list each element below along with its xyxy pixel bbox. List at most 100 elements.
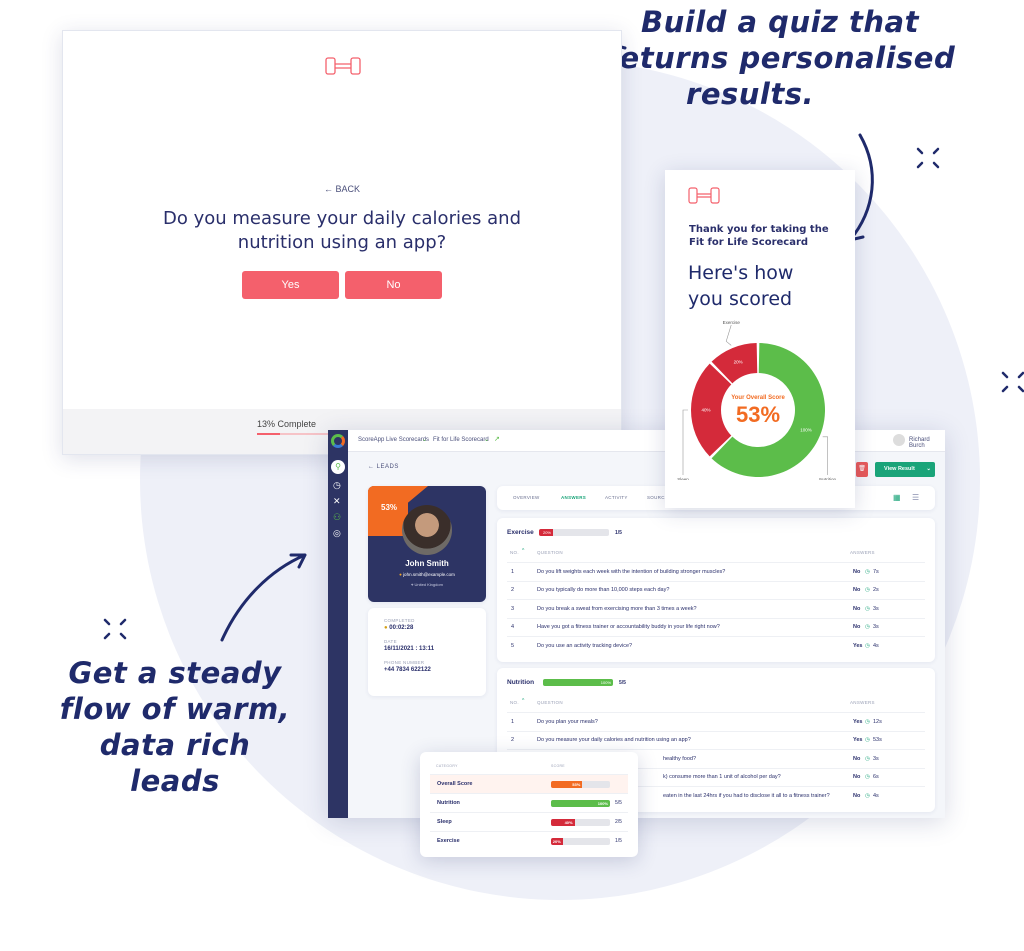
donut-center-label: Your Overall Score [731, 395, 785, 401]
row-question: Have you got a fitness trainer or accoun… [537, 624, 720, 630]
timer-icon: ◷ [865, 642, 870, 649]
sidebar-users-icon[interactable]: ⚇ [333, 512, 341, 523]
row-answer: No [853, 605, 861, 612]
row-answer: No [853, 587, 861, 593]
top-bar: ScoreApp Live Scorecards ⌄ Fit for Life … [348, 430, 945, 452]
category-label: Exercise [437, 838, 460, 844]
row-answer: Yes [853, 718, 863, 725]
thanks-line: Fit for Life Scorecard [689, 237, 809, 248]
col-no: NO. [510, 550, 519, 555]
row-number: 1 [511, 568, 515, 575]
row-time: 12s [873, 718, 882, 725]
grid-view-icon[interactable]: ▦ [893, 493, 901, 502]
category-score-bar: 40% [551, 819, 610, 826]
progress-fill [257, 433, 281, 435]
back-link[interactable]: ← BACK [63, 184, 621, 194]
breadcrumb-scorecards[interactable]: ScoreApp Live Scorecards [358, 437, 429, 443]
row-time: 3s [873, 605, 879, 612]
donut-leader-line [725, 324, 732, 346]
category-score-bar: 100% [551, 800, 610, 807]
table-row: 2 Do you measure your daily calories and … [507, 730, 925, 749]
row-time: 4s [873, 792, 879, 799]
row-question: Do you typically do more than 10,000 ste… [537, 587, 670, 593]
row-number: 2 [511, 737, 515, 743]
category-score-fill: 100% [551, 800, 610, 807]
breadcrumb-scorecard[interactable]: Fit for Life Scorecard [433, 437, 489, 443]
row-number: 2 [511, 587, 515, 593]
delete-button[interactable]: 🗑 [856, 462, 868, 477]
lead-avatar [402, 505, 452, 555]
row-time: 53s [873, 737, 882, 743]
table-row: 2 Do you typically do more than 10,000 st… [507, 580, 925, 599]
section-score-fill: 20% [539, 529, 553, 536]
row-answer: No [853, 755, 861, 762]
heading-line: you scored [688, 288, 793, 310]
category-score-bar: 53% [551, 781, 610, 788]
date-label: DATE [384, 639, 397, 644]
row-number: 5 [511, 642, 515, 649]
category-fraction: 1/5 [615, 838, 622, 844]
sidebar-leads-icon[interactable]: ⚲ [331, 460, 345, 474]
sidebar-tools-icon[interactable]: ✕ [333, 496, 341, 507]
completed-value: 00:02:28 [389, 625, 414, 631]
thank-you-text: Thank you for taking the Fit for Life Sco… [689, 223, 829, 249]
tab-answers[interactable]: ANSWERS [561, 495, 586, 500]
chevron-down-icon[interactable]: ⌄ [484, 436, 489, 443]
row-question: Do you use an activity tracking device? [537, 642, 633, 649]
row-question: eaten in the last 24hrs if you had to di… [663, 792, 830, 799]
progress-label: 13% Complete [257, 419, 317, 429]
category-row: Exercise 20% 1/5 [430, 831, 628, 850]
sort-up-icon[interactable]: ^ [522, 548, 524, 554]
category-row: Nutrition 100% 5/5 [430, 793, 628, 812]
section-fraction: 5/5 [619, 680, 626, 686]
category-score-bar: 20% [551, 838, 610, 845]
list-view-icon[interactable]: ☰ [912, 493, 919, 502]
category-fraction: 2/5 [615, 819, 622, 825]
tab-overview[interactable]: OVERVIEW [513, 495, 540, 500]
donut-center-value: 53% [735, 402, 781, 427]
row-time: 2s [873, 587, 879, 593]
section-title: Nutrition [507, 679, 535, 686]
row-question: k) consume more than 1 unit of alcohol p… [663, 774, 781, 780]
row-answer: No [853, 774, 861, 780]
user-avatar[interactable] [893, 434, 905, 446]
sidebar-support-icon[interactable]: ◎ [333, 528, 341, 539]
user-name[interactable]: Richard Burch [909, 437, 945, 449]
lead-score: 53% [381, 503, 398, 512]
row-number: 3 [511, 605, 515, 612]
row-time: 4s [873, 642, 879, 649]
category-row: Overall Score 53% [430, 774, 628, 793]
view-result-button[interactable]: View Result ⌄ [875, 462, 935, 477]
donut-category-label: Exercise [723, 320, 741, 325]
chevron-down-icon[interactable]: ⌄ [926, 462, 931, 477]
timer-icon: ◷ [865, 737, 870, 743]
category-label: Sleep [437, 819, 452, 825]
row-answer: No [853, 792, 861, 799]
tab-activity[interactable]: ACTIVITY [605, 495, 628, 500]
category-score-fill: 53% [551, 781, 583, 788]
lead-name: John Smith [405, 559, 449, 568]
no-button[interactable]: No [345, 271, 442, 299]
yes-button[interactable]: Yes [242, 271, 339, 299]
sidebar-dashboard-icon[interactable]: ◷ [333, 480, 341, 491]
sort-up-icon[interactable]: ^ [522, 698, 524, 704]
category-label: Overall Score [437, 781, 473, 787]
score-heading: Here's how you scored [688, 260, 793, 312]
lead-email: ● john.smith@example.com [368, 572, 486, 577]
section-fraction: 1/5 [615, 530, 622, 536]
completed-label: COMPLETED [384, 618, 415, 623]
col-score: SCORE [551, 764, 565, 768]
lead-location: ⌖ United Kingdom [368, 582, 486, 587]
row-question: Do you plan your meals? [537, 718, 598, 725]
question-line: Do you measure your daily calories and [162, 208, 522, 229]
chevron-down-icon[interactable]: ⌄ [422, 436, 427, 443]
donut-data-label: 20% [734, 359, 743, 364]
col-question: QUESTION [537, 700, 563, 705]
external-link-icon[interactable]: ↗ [494, 435, 500, 443]
row-question: Do you measure your daily calories and n… [537, 737, 691, 743]
timer-icon: ◷ [865, 624, 870, 630]
timer-icon: ◷ [865, 755, 870, 762]
back-to-leads[interactable]: ← LEADS [368, 464, 399, 470]
timer-icon: ◷ [865, 792, 870, 799]
timer-icon: ◷ [865, 587, 870, 593]
